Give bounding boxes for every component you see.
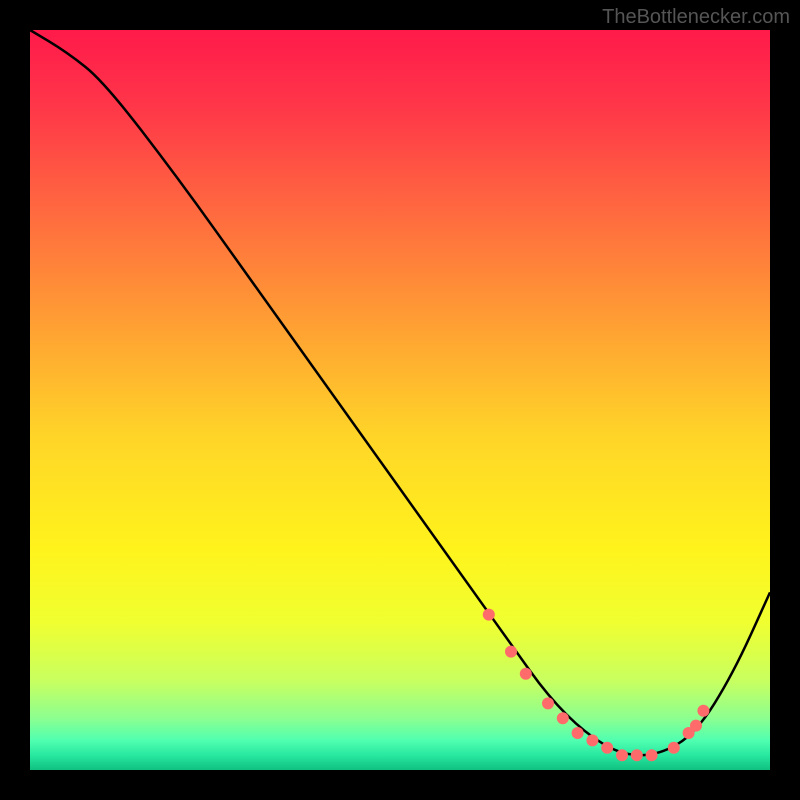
watermark-text: TheBottlenecker.com (602, 6, 790, 29)
marker-point (520, 668, 532, 680)
chart-plot-area (30, 30, 770, 770)
marker-point (557, 712, 569, 724)
chart-svg (30, 30, 770, 770)
marker-point (483, 609, 495, 621)
marker-point (572, 727, 584, 739)
marker-point (616, 749, 628, 761)
marker-point (631, 749, 643, 761)
marker-point (586, 734, 598, 746)
chart-background (30, 30, 770, 770)
marker-point (668, 742, 680, 754)
marker-point (697, 705, 709, 717)
marker-point (601, 742, 613, 754)
marker-point (690, 720, 702, 732)
marker-point (542, 697, 554, 709)
marker-point (505, 646, 517, 658)
marker-point (646, 749, 658, 761)
